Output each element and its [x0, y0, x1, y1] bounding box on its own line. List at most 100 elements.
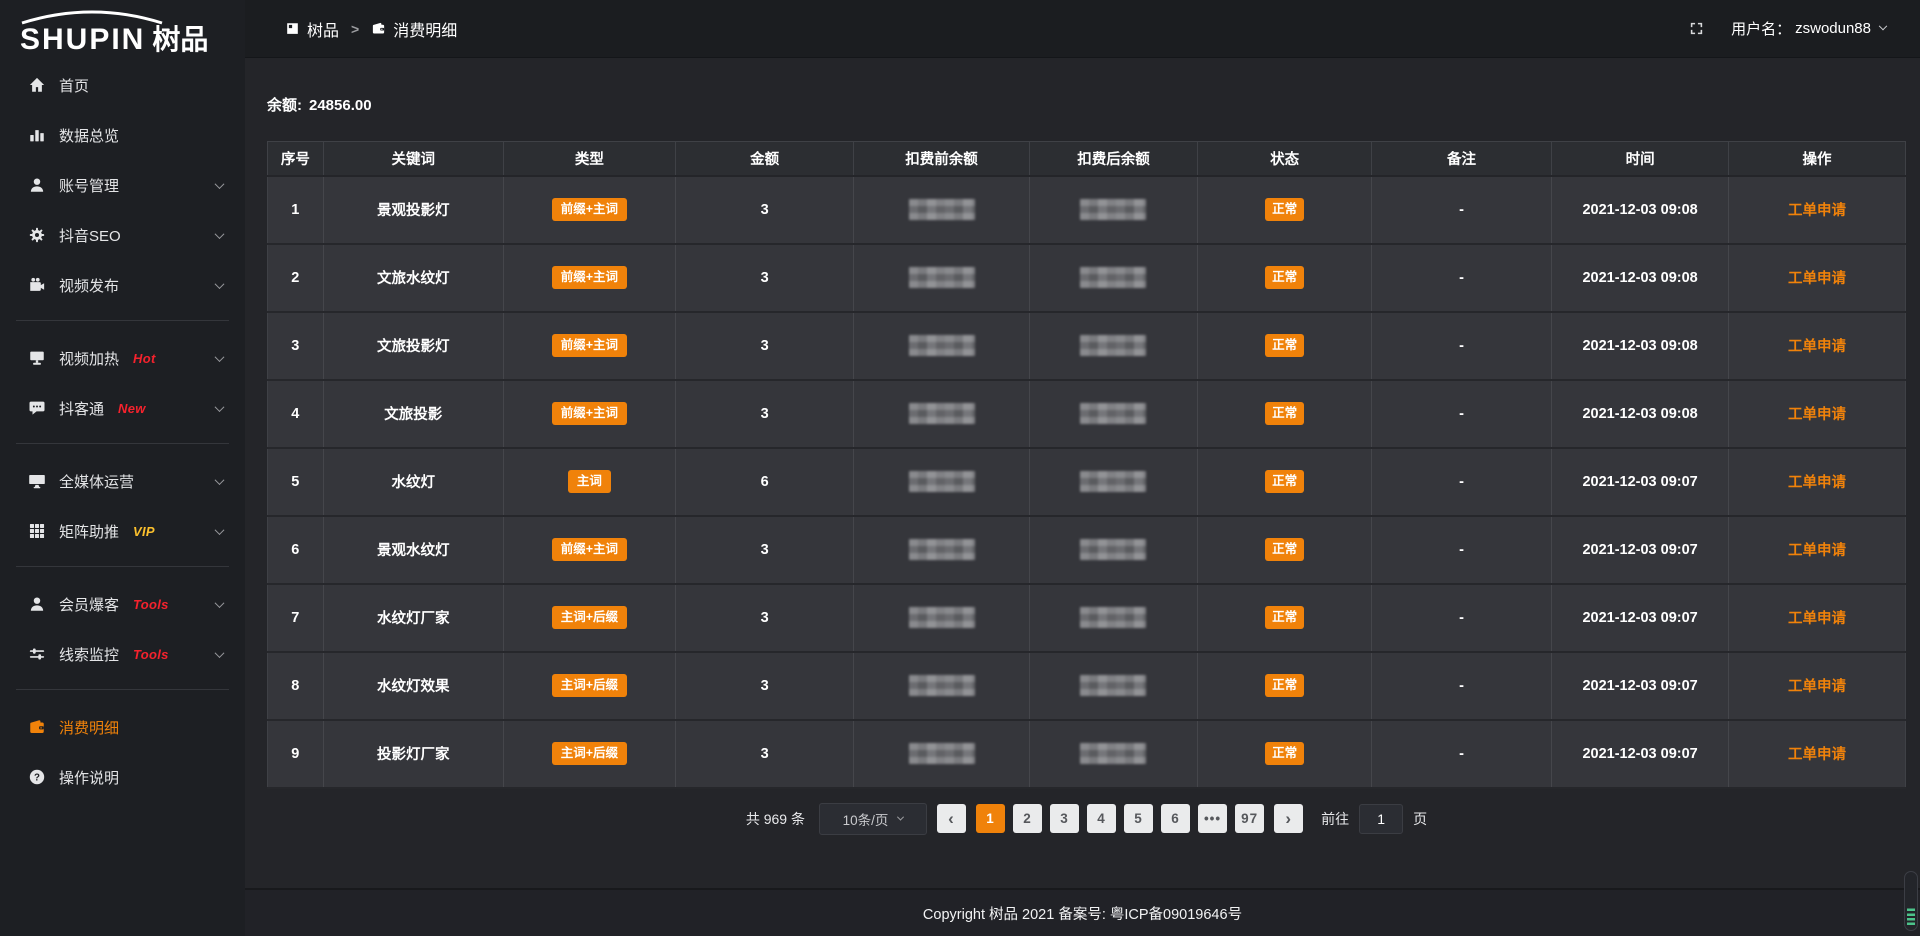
page-button-5[interactable]: 5: [1124, 804, 1153, 833]
sidebar-item-video-heat[interactable]: 视频加热 Hot: [0, 333, 245, 383]
sidebar-item-video-publish[interactable]: 视频发布: [0, 260, 245, 310]
balance-value: 24856.00: [309, 97, 372, 114]
column-header: 类型: [503, 142, 675, 176]
prev-page-button[interactable]: ‹: [937, 804, 966, 833]
chevron-down-icon: [215, 229, 225, 239]
work-order-apply-link[interactable]: 工单申请: [1788, 407, 1846, 423]
sidebar-item-help[interactable]: 操作说明: [0, 752, 245, 802]
balance-before-redacted: [909, 675, 975, 696]
remark: -: [1459, 270, 1464, 286]
goto-page-input[interactable]: [1359, 804, 1403, 834]
chat-icon: [28, 399, 46, 417]
column-header: 序号: [268, 142, 324, 176]
copyright-text: Copyright 树品 2021 备案号: 粤ICP备09019646号: [923, 903, 1242, 924]
amount: 3: [761, 678, 769, 694]
sidebar-item-badge: VIP: [133, 524, 155, 539]
chevron-down-icon: [215, 475, 225, 485]
sidebar-item-label: 矩阵助推: [59, 521, 119, 542]
row-index: 8: [291, 678, 299, 694]
sidebar-divider: [16, 320, 229, 321]
type-badge: 前缀+主词: [552, 334, 627, 357]
page-button-2[interactable]: 2: [1013, 804, 1042, 833]
time: 2021-12-03 09:08: [1582, 338, 1697, 354]
work-order-apply-link[interactable]: 工单申请: [1788, 679, 1846, 695]
row-index: 1: [291, 202, 299, 218]
balance-after-redacted: [1080, 335, 1146, 356]
user-menu[interactable]: 用户名： zswodun88: [1731, 18, 1890, 39]
balance-label: 余额:: [267, 97, 302, 114]
content: 余额:24856.00 序号关键词类型金额扣费前余额扣费后余额状态备注时间操作: [245, 58, 1920, 888]
page-size-select[interactable]: 10条/页: [819, 803, 927, 835]
row-index: 5: [291, 474, 299, 490]
chevron-down-icon: [897, 814, 904, 821]
sidebar-item-badge: Hot: [133, 351, 156, 366]
table-row-3: 3 文旅投影灯 前缀+主词 3 正常 - 2021-12-03 09:08 工单…: [268, 312, 1906, 380]
keyword: 水纹灯: [392, 475, 436, 491]
breadcrumb-home[interactable]: 树品: [285, 17, 339, 41]
sidebar-item-consumption-detail[interactable]: 消费明细: [0, 702, 245, 752]
chevron-down-icon: [215, 279, 225, 289]
sidebar-item-matrix-boost[interactable]: 矩阵助推 VIP: [0, 506, 245, 556]
work-order-apply-link[interactable]: 工单申请: [1788, 339, 1846, 355]
sidebar-item-douketong[interactable]: 抖客通 New: [0, 383, 245, 433]
work-order-apply-link[interactable]: 工单申请: [1788, 271, 1846, 287]
breadcrumb: 树品 > 消费明细: [285, 17, 457, 41]
breadcrumb-home-label: 树品: [307, 17, 339, 41]
sidebar-item-label: 消费明细: [59, 717, 119, 738]
work-order-apply-link[interactable]: 工单申请: [1788, 203, 1846, 219]
row-index: 4: [291, 406, 299, 422]
balance-after-redacted: [1080, 675, 1146, 696]
fullscreen-icon[interactable]: [1688, 20, 1705, 37]
sidebar-item-clue-monitor[interactable]: 线索监控 Tools: [0, 629, 245, 679]
next-page-button[interactable]: ›: [1274, 804, 1303, 833]
type-badge: 主词+后缀: [552, 742, 627, 765]
sidebar-item-home[interactable]: 首页: [0, 60, 245, 110]
time: 2021-12-03 09:07: [1582, 474, 1697, 490]
page-button-more[interactable]: •••: [1198, 804, 1227, 833]
work-order-apply-link[interactable]: 工单申请: [1788, 475, 1846, 491]
goto-unit: 页: [1413, 809, 1427, 829]
sidebar-item-member-burst[interactable]: 会员爆客 Tools: [0, 579, 245, 629]
page-button-6[interactable]: 6: [1161, 804, 1190, 833]
chevron-down-icon: [215, 352, 225, 362]
keyword: 水纹灯效果: [377, 679, 450, 695]
status-badge: 正常: [1265, 742, 1304, 765]
page-button-3[interactable]: 3: [1050, 804, 1079, 833]
status-badge: 正常: [1265, 266, 1304, 289]
balance-after-redacted: [1080, 743, 1146, 764]
work-order-apply-link[interactable]: 工单申请: [1788, 611, 1846, 627]
gear-icon: [28, 226, 46, 244]
page-button-97[interactable]: 97: [1235, 804, 1264, 833]
sidebar-item-label: 会员爆客: [59, 594, 119, 615]
page-button-1[interactable]: 1: [976, 804, 1005, 833]
balance-after-redacted: [1080, 403, 1146, 424]
balance-after-redacted: [1080, 471, 1146, 492]
keyword: 景观投影灯: [377, 203, 450, 219]
column-header: 扣费前余额: [854, 142, 1029, 176]
remark: -: [1459, 406, 1464, 422]
sidebar-item-data-overview[interactable]: 数据总览: [0, 110, 245, 160]
sidebar-item-douyin-seo[interactable]: 抖音SEO: [0, 210, 245, 260]
footer: Copyright 树品 2021 备案号: 粤ICP备09019646号: [245, 888, 1920, 936]
work-order-apply-link[interactable]: 工单申请: [1788, 543, 1846, 559]
sidebar-divider: [16, 443, 229, 444]
balance-before-redacted: [909, 335, 975, 356]
app-window: SHUPIN 树品 首页 数据总览: [0, 0, 1920, 936]
chevron-down-icon: [215, 598, 225, 608]
heat-icon: [28, 349, 46, 367]
keyword: 水纹灯厂家: [377, 611, 450, 627]
sidebar-group-promo: 视频加热 Hot 抖客通 New: [0, 331, 245, 433]
status-badge: 正常: [1265, 538, 1304, 561]
sidebar-item-media-operation[interactable]: 全媒体运营: [0, 456, 245, 506]
sidebar-item-label: 视频发布: [59, 275, 119, 296]
type-badge: 前缀+主词: [552, 402, 627, 425]
consumption-table: 序号关键词类型金额扣费前余额扣费后余额状态备注时间操作 1 景观投影灯 前缀+主…: [267, 141, 1906, 789]
row-index: 3: [291, 338, 299, 354]
balance-after-redacted: [1080, 267, 1146, 288]
logo-latin: SHUPIN: [20, 23, 145, 57]
user-icon: [28, 176, 46, 194]
work-order-apply-link[interactable]: 工单申请: [1788, 747, 1846, 763]
floating-widget[interactable]: [1904, 871, 1918, 931]
page-button-4[interactable]: 4: [1087, 804, 1116, 833]
sidebar-item-account-manage[interactable]: 账号管理: [0, 160, 245, 210]
